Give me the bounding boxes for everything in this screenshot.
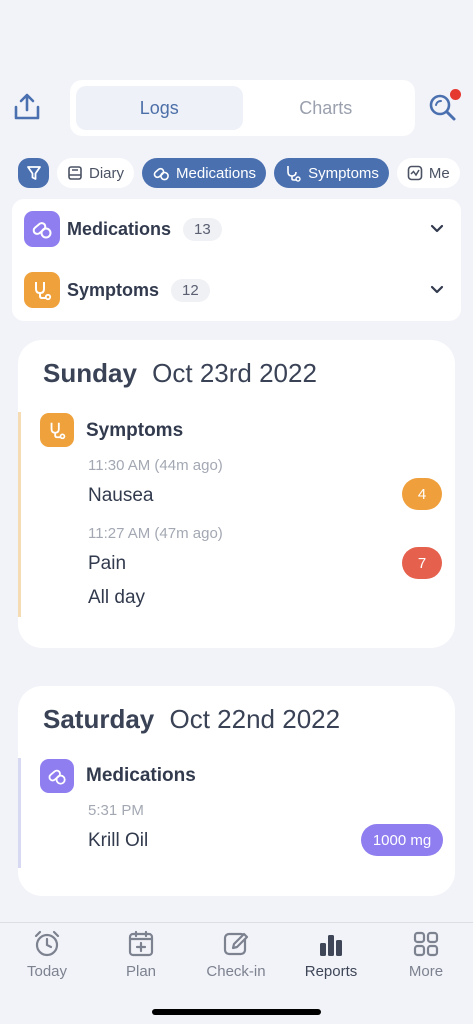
severity-badge: 7 bbox=[402, 547, 442, 579]
category-summary: Medications 13 Symptoms 12 bbox=[12, 199, 461, 321]
search-button[interactable] bbox=[428, 89, 462, 126]
nav-check-in[interactable]: Check-in bbox=[189, 929, 283, 980]
entry-duration: All day bbox=[88, 587, 146, 608]
entry-name[interactable]: Pain bbox=[88, 553, 126, 575]
day-name: Saturday bbox=[43, 704, 155, 734]
chip-diary[interactable]: Diary bbox=[57, 158, 135, 188]
book-icon bbox=[67, 165, 83, 181]
summary-count: 13 bbox=[183, 217, 222, 241]
category-title: Medications bbox=[86, 765, 196, 786]
top-bar: Logs Charts bbox=[0, 80, 473, 136]
grid-icon bbox=[413, 931, 439, 957]
tab-charts[interactable]: Charts bbox=[243, 86, 410, 130]
share-icon bbox=[14, 93, 40, 120]
bar-chart-icon bbox=[320, 935, 342, 956]
stethoscope-icon bbox=[40, 413, 74, 447]
chip-label: Symptoms bbox=[308, 164, 379, 182]
entry-time: 11:30 AM (44m ago) bbox=[88, 457, 223, 474]
alarm-clock-icon bbox=[34, 930, 60, 957]
nav-label: Check-in bbox=[206, 963, 266, 980]
category-title: Symptoms bbox=[86, 420, 184, 441]
chip-label: Diary bbox=[89, 164, 125, 182]
pill-icon bbox=[152, 164, 170, 182]
day-date: Oct 23rd 2022 bbox=[152, 358, 317, 388]
share-button[interactable] bbox=[10, 90, 44, 124]
nav-label: More bbox=[408, 963, 444, 980]
chip-medications[interactable]: Medications bbox=[142, 158, 267, 188]
pill-icon bbox=[40, 759, 74, 793]
chevron-down-icon bbox=[430, 224, 444, 233]
edit-icon bbox=[223, 932, 249, 956]
nav-label: Reports bbox=[304, 963, 358, 980]
chip-symptoms[interactable]: Symptoms bbox=[274, 158, 389, 188]
summary-label: Symptoms bbox=[67, 279, 160, 300]
home-indicator bbox=[152, 1009, 321, 1015]
chevron-down-icon bbox=[430, 285, 444, 294]
dose-badge: 1000 mg bbox=[361, 824, 443, 856]
filter-icon bbox=[26, 166, 41, 180]
view-segmented-control: Logs Charts bbox=[70, 80, 415, 136]
nav-plan[interactable]: Plan bbox=[94, 929, 188, 980]
chart-icon bbox=[407, 165, 423, 181]
nav-today[interactable]: Today bbox=[0, 929, 94, 980]
chip-label: Medications bbox=[176, 164, 257, 182]
notification-dot bbox=[450, 89, 461, 100]
chip-label: Me bbox=[428, 164, 450, 182]
entry-name[interactable]: Krill Oil bbox=[88, 830, 148, 852]
day-header: Sunday Oct 23rd 2022 bbox=[43, 358, 317, 389]
calendar-plus-icon bbox=[128, 930, 154, 957]
day-header: Saturday Oct 22nd 2022 bbox=[43, 704, 340, 735]
day-date: Oct 22nd 2022 bbox=[169, 704, 341, 734]
summary-row-medications[interactable]: Medications 13 bbox=[24, 209, 449, 249]
day-name: Sunday bbox=[43, 358, 137, 388]
summary-row-symptoms[interactable]: Symptoms 12 bbox=[24, 270, 449, 310]
stethoscope-icon bbox=[284, 164, 302, 182]
nav-reports[interactable]: Reports bbox=[284, 929, 378, 980]
bottom-nav: Today Plan Check-in Reports More bbox=[0, 922, 473, 1024]
day-card-sunday: Sunday Oct 23rd 2022 Symptoms 11:30 AM (… bbox=[18, 340, 455, 648]
day-card-saturday: Saturday Oct 22nd 2022 Medications 5:31 … bbox=[18, 686, 455, 896]
tab-logs[interactable]: Logs bbox=[76, 86, 243, 130]
pill-icon bbox=[24, 211, 60, 247]
filter-chips: Diary Medications Symptoms Me bbox=[18, 157, 473, 189]
severity-badge: 4 bbox=[402, 478, 442, 510]
category-accent-bar bbox=[18, 758, 21, 868]
nav-more[interactable]: More bbox=[379, 929, 473, 980]
stethoscope-icon bbox=[24, 272, 60, 308]
summary-count: 12 bbox=[171, 278, 210, 302]
nav-label: Today bbox=[26, 963, 68, 980]
nav-label: Plan bbox=[125, 963, 157, 980]
filter-button[interactable] bbox=[18, 158, 49, 188]
entry-time: 11:27 AM (47m ago) bbox=[88, 525, 223, 542]
chip-measurements[interactable]: Me bbox=[396, 158, 460, 188]
summary-label: Medications bbox=[67, 218, 172, 239]
entry-time: 5:31 PM bbox=[88, 802, 144, 819]
category-accent-bar bbox=[18, 412, 21, 617]
entry-name[interactable]: Nausea bbox=[88, 485, 154, 507]
